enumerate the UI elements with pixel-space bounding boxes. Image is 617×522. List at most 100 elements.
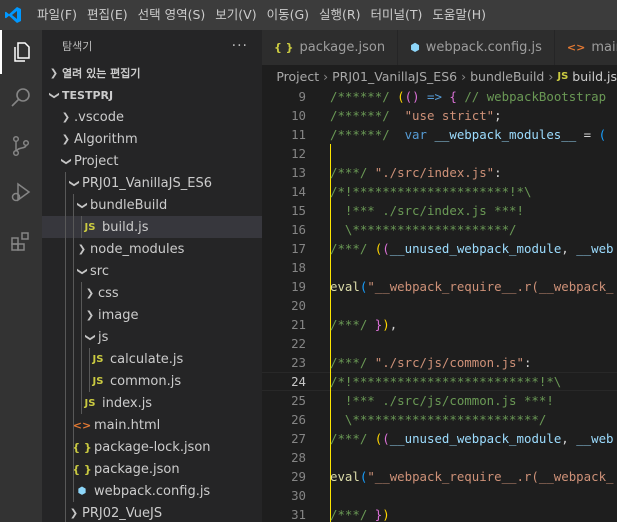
code-line[interactable]: /******/ var __webpack_modules__ = ( <box>330 125 606 144</box>
code-token: : <box>523 355 532 370</box>
menu-item-3[interactable]: 보기(V) <box>210 0 261 30</box>
indent-guide <box>81 304 82 326</box>
tree-file[interactable]: <> main.html <box>42 414 262 436</box>
code-line[interactable]: /***/ ((__unused_webpack_module, __web <box>330 429 614 448</box>
code-token: __web <box>576 241 614 256</box>
search-icon[interactable] <box>0 76 42 120</box>
indent-guide <box>73 282 74 304</box>
code-token: { <box>449 89 457 104</box>
indent-guide <box>73 480 74 502</box>
menu-item-0[interactable]: 파일(F) <box>32 0 82 30</box>
chevron-down-icon: ❯ <box>76 266 88 276</box>
indent-guide <box>65 304 66 326</box>
tree-folder[interactable]: ❯ bundleBuild <box>42 194 262 216</box>
code-line[interactable]: eval("__webpack_require__.r(__webpack_ <box>330 467 614 486</box>
code-line[interactable]: /*!*************************!*\ <box>330 372 561 391</box>
tab-label: package.json <box>299 40 386 55</box>
code-token: /******/ <box>330 108 398 123</box>
line-number: 11 <box>291 127 306 142</box>
chevron-down-icon: ❯ <box>48 90 60 100</box>
tree-file[interactable]: JS index.js <box>42 392 262 414</box>
tree-file[interactable]: JS calculate.js <box>42 348 262 370</box>
code-line[interactable]: /******/ (() => { // webpackBootstrap <box>330 87 606 106</box>
menu-item-1[interactable]: 편집(E) <box>82 0 133 30</box>
code-line[interactable]: /***/ }) <box>330 505 390 522</box>
code-editor[interactable]: 9 10 11 12 13 14 15 16 17 18 19 20 21 22 23 24 25 26 27 28 2… <box>262 87 617 522</box>
tree-folder[interactable]: ❯ src <box>42 260 262 282</box>
menu-item-5[interactable]: 실행(R) <box>314 0 365 30</box>
breadcrumb-file[interactable]: build.js <box>572 69 617 84</box>
indent-guide <box>81 326 82 348</box>
file-tree: ❯ .vscode ❯ Algorithm ❯ Project ❯ PRJ01_Vanilla… <box>42 106 262 522</box>
code-line[interactable]: /***/ "./src/index.js": <box>330 163 502 182</box>
line-number: 24 <box>291 374 306 389</box>
code-line[interactable]: eval("__webpack_require__.r(__webpack_ <box>330 277 614 296</box>
explorer-sidebar: 탐색기 ··· ❯ 열려 있는 편집기 ❯ TESTPRJ ❯ .vscode ❯ A… <box>42 30 262 522</box>
code-lines[interactable]: /******/ (() => { // webpackBootstrap/**… <box>330 87 617 522</box>
tree-folder[interactable]: ❯ PRJ02_VueJS <box>42 502 262 522</box>
tree-folder[interactable]: ❯ PRJ01_VanillaJS_ES6 <box>42 172 262 194</box>
code-token: __web <box>576 431 614 446</box>
code-line[interactable]: /***/ ((__unused_webpack_module, __web <box>330 239 614 258</box>
tree-folder[interactable]: ❯ Algorithm <box>42 128 262 150</box>
breadcrumb: Project › PRJ01_VanillaJS_ES6 › bundleBu… <box>262 65 617 87</box>
line-number: 26 <box>291 412 306 427</box>
line-number: 12 <box>291 146 306 161</box>
indent-guide <box>73 392 74 414</box>
code-token: \*************************/ <box>330 412 547 427</box>
code-line[interactable]: !*** ./src/index.js ***! <box>330 201 524 220</box>
tree-folder[interactable]: ❯ css <box>42 282 262 304</box>
indent-guide <box>73 348 74 370</box>
chevron-right-icon: ❯ <box>61 133 71 145</box>
breadcrumb-project[interactable]: Project <box>276 69 319 84</box>
code-line[interactable]: !*** ./src/js/common.js ***! <box>330 391 554 410</box>
tree-item-label: Algorithm <box>74 131 138 147</box>
tree-folder[interactable]: ❯ node_modules <box>42 238 262 260</box>
tree-file[interactable]: JS build.js <box>42 216 262 238</box>
open-editors-section[interactable]: ❯ 열려 있는 편집기 <box>42 62 262 84</box>
editor-tab[interactable]: { } package.json <box>262 30 399 65</box>
code-token: __unused_webpack_module <box>389 431 562 446</box>
tree-folder[interactable]: ❯ image <box>42 304 262 326</box>
tree-folder[interactable]: ❯ .vscode <box>42 106 262 128</box>
breadcrumb-prj01[interactable]: PRJ01_VanillaJS_ES6 <box>332 69 457 84</box>
code-token: \*********************/ <box>330 222 517 237</box>
menu-item-6[interactable]: 터미널(T) <box>366 0 428 30</box>
tree-file[interactable]: { } package.json <box>42 458 262 480</box>
editor-tab[interactable]: <> main <box>554 30 617 65</box>
code-line[interactable]: \*************************/ <box>330 410 546 429</box>
code-line[interactable]: /*!*********************!*\ <box>330 182 531 201</box>
code-line[interactable]: \*********************/ <box>330 220 517 239</box>
chevron-right-icon: ❯ <box>85 287 95 299</box>
code-token: /***/ <box>330 317 375 332</box>
indent-guide <box>73 458 74 480</box>
menu-item-7[interactable]: 도움말(H) <box>427 0 491 30</box>
editor-tab[interactable]: ⬢ webpack.config.js <box>398 30 555 65</box>
tree-item-label: css <box>98 285 119 301</box>
tree-file[interactable]: JS common.js <box>42 370 262 392</box>
chevron-down-icon: ❯ <box>60 156 72 166</box>
indent-guide <box>73 194 74 216</box>
menu-item-4[interactable]: 이동(G) <box>262 0 314 30</box>
more-actions-icon[interactable]: ··· <box>232 38 248 54</box>
code-line[interactable]: /******/ "use strict"; <box>330 106 502 125</box>
menu-item-2[interactable]: 선택 영역(S) <box>133 0 211 30</box>
chevron-right-icon: ❯ <box>85 309 95 321</box>
code-token: /*!*************************!*\ <box>330 374 562 389</box>
breadcrumb-bundlebuild[interactable]: bundleBuild <box>470 69 544 84</box>
explorer-icon[interactable] <box>0 30 42 74</box>
code-token: eval <box>330 279 360 294</box>
code-line[interactable]: /***/ "./src/js/common.js": <box>330 353 531 372</box>
js-file-icon: JS <box>84 221 96 233</box>
tree-file[interactable]: ⬢ webpack.config.js <box>42 480 262 502</box>
tree-folder[interactable]: ❯ js <box>42 326 262 348</box>
indent-guide <box>65 458 66 480</box>
workspace-root-section[interactable]: ❯ TESTPRJ <box>42 84 262 106</box>
tree-item-label: index.js <box>102 395 153 411</box>
tree-file[interactable]: { } package-lock.json <box>42 436 262 458</box>
source-control-icon[interactable] <box>0 124 42 168</box>
run-debug-icon[interactable] <box>0 170 42 214</box>
code-line[interactable]: /***/ }), <box>330 315 397 334</box>
tree-folder[interactable]: ❯ Project <box>42 150 262 172</box>
extensions-icon[interactable] <box>0 220 42 264</box>
